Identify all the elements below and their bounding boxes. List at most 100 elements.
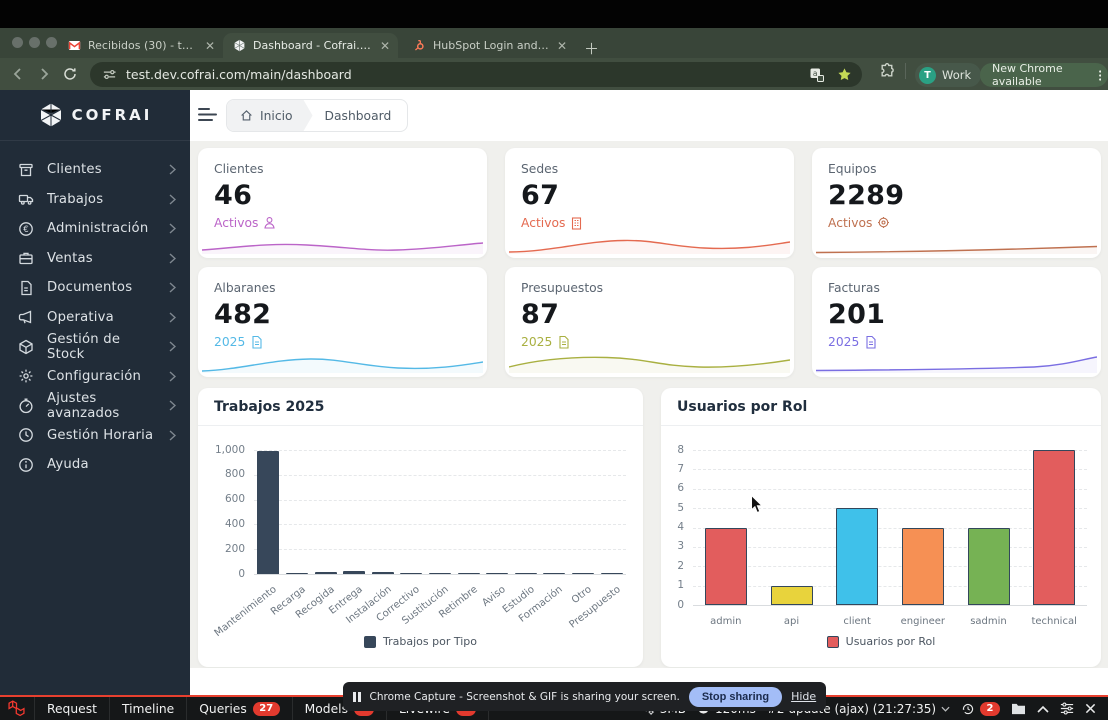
- debugbar-tab-timeline[interactable]: Timeline: [110, 697, 187, 720]
- tab-gmail[interactable]: Recibidos (30) - tduclos@co ✕: [58, 33, 223, 58]
- bar-aviso[interactable]: [486, 573, 508, 575]
- stat-card-clientes: Clientes 46 Activos: [198, 148, 487, 258]
- bar-sustitución[interactable]: [429, 573, 451, 575]
- sidebar-logo[interactable]: COFRAI: [0, 90, 190, 141]
- gridline: [254, 450, 626, 451]
- bar-engineer[interactable]: [902, 528, 944, 606]
- bar-instalación[interactable]: [372, 572, 394, 574]
- profile-name: Work: [942, 68, 971, 82]
- chevron-right-icon: [169, 341, 176, 352]
- sidebar-item-ajustes-avanzados[interactable]: Ajustes avanzados: [0, 391, 190, 421]
- administration-euro-icon: €: [18, 221, 34, 237]
- profile-avatar: T: [919, 67, 936, 84]
- translate-icon[interactable]: a: [809, 67, 825, 83]
- chart-title: Usuarios por Rol: [661, 388, 1101, 426]
- bar-entrega[interactable]: [343, 571, 365, 574]
- hamburger-menu-icon[interactable]: [198, 107, 217, 122]
- bar-retimbre[interactable]: [458, 573, 480, 575]
- traffic-light-minimize[interactable]: [29, 37, 40, 48]
- y-tick-label: 600: [198, 493, 245, 505]
- traffic-light-zoom[interactable]: [46, 37, 57, 48]
- sidebar-item-operativa[interactable]: Operativa: [0, 303, 190, 333]
- gmail-favicon: [68, 39, 81, 52]
- breadcrumb-current[interactable]: Dashboard: [313, 100, 408, 131]
- new-tab-button[interactable]: ＋: [584, 38, 599, 59]
- bar-technical[interactable]: [1033, 450, 1075, 605]
- bar-recarga[interactable]: [286, 573, 308, 575]
- bar-client[interactable]: [836, 508, 878, 605]
- extensions-puzzle-icon[interactable]: [879, 62, 896, 79]
- tab-close-icon[interactable]: ✕: [380, 40, 390, 52]
- macos-menu-bar: [0, 0, 1108, 28]
- collapse-up-icon[interactable]: [1037, 705, 1049, 713]
- back-icon[interactable]: [10, 66, 26, 82]
- jobs-truck-icon: [18, 191, 34, 207]
- site-info-icon[interactable]: [102, 67, 117, 82]
- sidebar-item-ventas[interactable]: Ventas: [0, 244, 190, 274]
- usuarios-chart-plot[interactable]: 012345678adminapiclientengineersadmintec…: [661, 426, 1101, 626]
- history-button[interactable]: 2: [961, 702, 1000, 716]
- address-bar[interactable]: test.dev.cofrai.com/main/dashboard a: [90, 62, 862, 87]
- profile-chip[interactable]: T Work: [915, 63, 981, 87]
- tab-cofrai-dashboard[interactable]: Dashboard - Cofrai.com Soft ✕: [223, 33, 398, 58]
- bar-admin[interactable]: [705, 528, 747, 606]
- breadcrumb-home[interactable]: Inicio: [227, 100, 313, 131]
- breadcrumb-current-label: Dashboard: [325, 109, 392, 123]
- tab-hubspot[interactable]: HubSpot Login and Sign in ✕: [403, 33, 575, 58]
- debugbar-tab-request[interactable]: Request: [34, 697, 110, 720]
- sidebar-item-gesti-n-horaria[interactable]: Gestión Horaria: [0, 421, 190, 451]
- gridline: [254, 549, 626, 550]
- y-tick-label: 1: [661, 579, 684, 591]
- gridline: [693, 528, 1087, 529]
- hide-link[interactable]: Hide: [791, 690, 816, 703]
- bar-correctivo[interactable]: [400, 573, 422, 575]
- gridline: [693, 450, 1087, 451]
- sidebar-item-documentos[interactable]: Documentos: [0, 273, 190, 303]
- svg-text:€: €: [23, 225, 28, 235]
- sidebar-item-label: Trabajos: [47, 192, 156, 207]
- tab-close-icon[interactable]: ✕: [205, 40, 215, 52]
- sidebar-item-clientes[interactable]: Clientes: [0, 155, 190, 185]
- sparkline: [816, 228, 1097, 254]
- usuarios-chart-card: Usuarios por Rol 012345678adminapiclient…: [661, 388, 1101, 667]
- bar-recogida[interactable]: [315, 572, 337, 574]
- bar-otro[interactable]: [572, 573, 594, 575]
- folder-icon[interactable]: [1011, 702, 1026, 715]
- history-badge: 2: [980, 702, 1000, 716]
- card-title: Clientes: [214, 162, 471, 176]
- bar-mantenimiento[interactable]: [257, 451, 279, 574]
- pause-icon: [353, 692, 361, 702]
- sidebar-item-ayuda[interactable]: Ayuda: [0, 450, 190, 480]
- y-tick-label: 0: [198, 568, 245, 580]
- sidebar-item-administraci-n[interactable]: € Administración: [0, 214, 190, 244]
- bar-formación[interactable]: [543, 573, 565, 575]
- tab-label: Dashboard - Cofrai.com Soft: [253, 39, 373, 52]
- sidebar-item-label: Administración: [47, 221, 156, 236]
- trabajos-chart-plot[interactable]: 02004006008001,000MantenimientoRecargaRe…: [198, 426, 643, 626]
- chrome-update-button[interactable]: New Chrome available: [980, 63, 1108, 87]
- tab-close-icon[interactable]: ✕: [557, 40, 567, 52]
- sparkline: [816, 347, 1097, 373]
- laravel-logo-icon[interactable]: [8, 700, 25, 717]
- traffic-light-close[interactable]: [12, 37, 23, 48]
- bar-api[interactable]: [771, 586, 813, 605]
- debugbar-tab-queries[interactable]: Queries27: [187, 697, 292, 720]
- sidebar-item-trabajos[interactable]: Trabajos: [0, 185, 190, 215]
- close-icon[interactable]: [1085, 703, 1096, 714]
- sidebar-item-label: Documentos: [47, 280, 156, 295]
- sidebar-item-configuraci-n[interactable]: Configuración: [0, 362, 190, 392]
- chart-legend[interactable]: Usuarios por Rol: [661, 635, 1101, 648]
- bar-presupuesto[interactable]: [601, 573, 623, 575]
- bookmark-star-icon[interactable]: [837, 67, 852, 82]
- forward-icon[interactable]: [36, 66, 52, 82]
- bar-sadmin[interactable]: [968, 528, 1010, 606]
- kebab-menu-icon[interactable]: [1099, 69, 1101, 82]
- bar-estudio[interactable]: [515, 573, 537, 575]
- chevron-right-icon: [169, 282, 176, 293]
- sidebar-item-gesti-n-de-stock[interactable]: Gestión de Stock: [0, 332, 190, 362]
- reload-icon[interactable]: [62, 66, 78, 82]
- stop-sharing-button[interactable]: Stop sharing: [689, 687, 782, 707]
- sidebar-item-label: Gestión Horaria: [47, 428, 156, 443]
- settings-sliders-icon[interactable]: [1060, 702, 1074, 715]
- home-icon: [240, 109, 253, 122]
